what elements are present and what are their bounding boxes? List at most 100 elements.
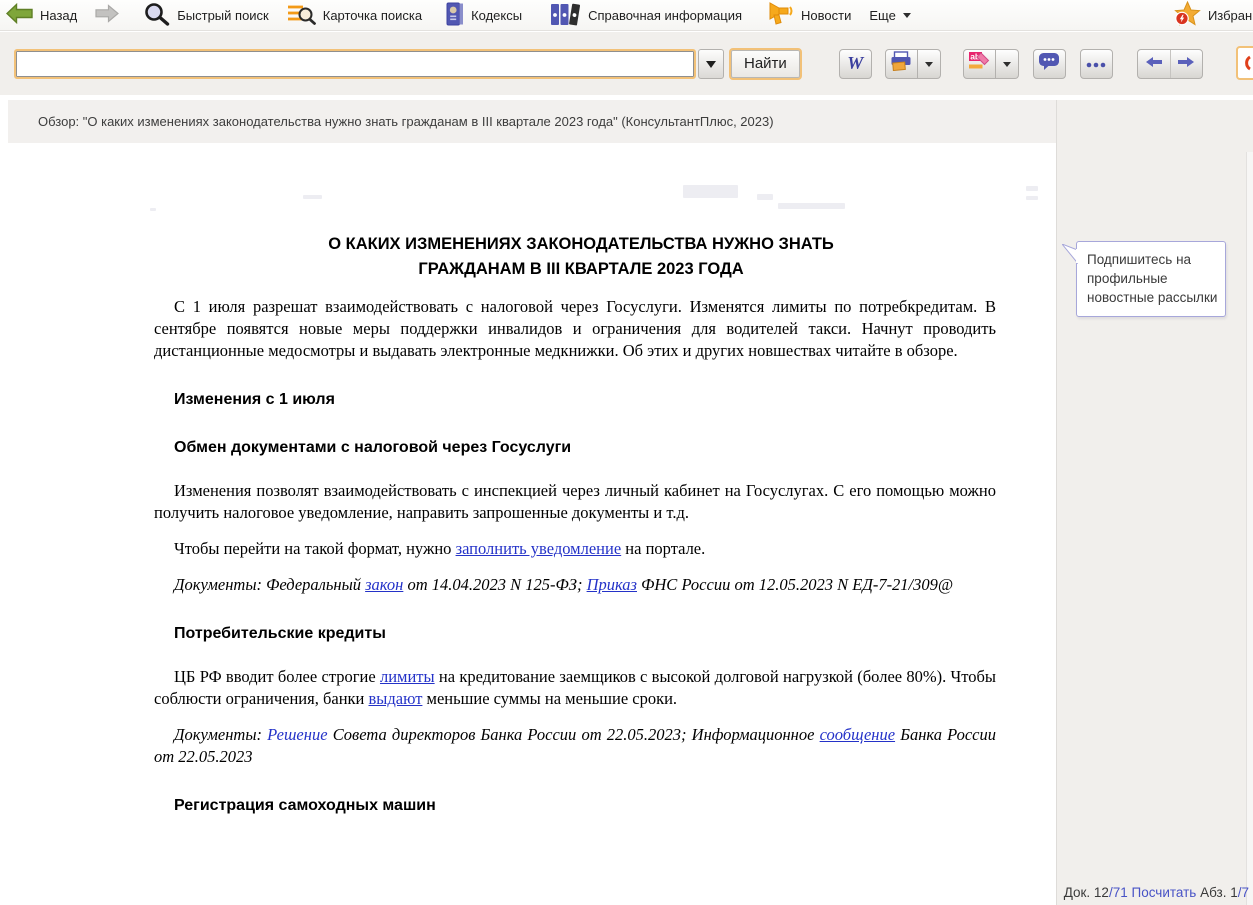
doc-text-segment: меньшие суммы на меньшие сроки.	[422, 689, 677, 708]
codes-button[interactable]: Кодексы	[446, 2, 522, 29]
nav-forward-button[interactable]	[1170, 50, 1202, 78]
word-w-icon: W	[847, 53, 863, 74]
more-actions-button[interactable]	[1080, 49, 1113, 79]
subscribe-tooltip[interactable]: Подпишитесь на профильные новостные расс…	[1076, 241, 1226, 317]
reference-info-button[interactable]: Справочная информация	[550, 2, 742, 29]
favorites-button[interactable]: Избранн\	[1174, 1, 1253, 29]
search-history-dropdown-button[interactable]	[698, 49, 724, 79]
doc-paragraph: Документы: Федеральный закон от 14.04.20…	[154, 574, 996, 596]
doc-text-segment: ЦБ РФ вводит более строгие	[174, 667, 380, 686]
doc-link[interactable]: Приказ	[587, 575, 637, 594]
back-label: Назад	[40, 8, 77, 23]
megaphone-icon	[768, 2, 794, 28]
document-title-text: Обзор: "О каких изменениях законодательс…	[38, 114, 774, 129]
document-heading: О КАКИХ ИЗМЕНЕНИЯХ ЗАКОНОДАТЕЛЬСТВА НУЖН…	[154, 232, 1008, 282]
doc-link[interactable]: заполнить уведомление	[456, 539, 622, 558]
document-heading-line1: О КАКИХ ИЗМЕНЕНИЯХ ЗАКОНОДАТЕЛЬСТВА НУЖН…	[328, 235, 834, 253]
vertical-scrollbar[interactable]	[1246, 152, 1253, 905]
quick-search-button[interactable]: Быстрый поиск	[143, 2, 269, 29]
doc-section-heading: Изменения с 1 июля	[154, 390, 996, 410]
doc-section-heading: Обмен документами с налоговой через Госу…	[154, 438, 996, 458]
news-button[interactable]: Новости	[768, 2, 851, 28]
blurred-artifact	[150, 208, 156, 211]
doc-text-segment: Обмен документами с налоговой через Госу…	[174, 439, 571, 456]
paragraph-counter-value: 1	[1230, 885, 1238, 900]
document-body: С 1 июля разрешат взаимодействовать с на…	[154, 296, 1008, 816]
blurred-artifact	[1026, 196, 1038, 200]
favorites-star-icon	[1174, 1, 1201, 29]
count-link[interactable]: Посчитать	[1131, 885, 1196, 900]
search-toolbar: Найти W ab	[0, 32, 1253, 95]
more-label: Еще	[869, 8, 895, 23]
clipped-icon	[1238, 48, 1253, 78]
forward-icon	[95, 4, 119, 26]
doc-paragraph: С 1 июля разрешат взаимодействовать с на…	[154, 296, 996, 362]
codes-label: Кодексы	[471, 8, 522, 23]
more-menu-button[interactable]: Еще	[869, 8, 910, 23]
status-bar: Док. 12/71 Посчитать Абз. 1/7	[1064, 885, 1249, 900]
doc-link[interactable]: лимиты	[380, 667, 435, 686]
doc-text-segment: от 14.04.2023 N 125-ФЗ;	[403, 575, 586, 594]
doc-link[interactable]: закон	[365, 575, 403, 594]
blurred-artifact	[757, 194, 773, 200]
nav-back-button[interactable]	[1138, 50, 1170, 78]
doc-link[interactable]: Решение	[267, 725, 327, 744]
doc-text-segment: Регистрация самоходных машин	[174, 797, 436, 814]
subscribe-tooltip-text: Подпишитесь на профильные новостные расс…	[1087, 252, 1217, 305]
search-card-label: Карточка поиска	[323, 8, 422, 23]
doc-section-heading: Регистрация самоходных машин	[154, 796, 996, 816]
document-page[interactable]: О КАКИХ ИЗМЕНЕНИЯХ ЗАКОНОДАТЕЛЬСТВА НУЖН…	[8, 143, 1056, 905]
document-title-bar: Обзор: "О каких изменениях законодательс…	[8, 100, 1056, 143]
search-card-button[interactable]: Карточка поиска	[287, 3, 422, 28]
doc-link[interactable]: сообщение	[820, 725, 895, 744]
doc-paragraph: ЦБ РФ вводит более строгие лимиты на кре…	[154, 666, 996, 710]
back-icon	[6, 3, 33, 27]
doc-text-segment: С 1 июля разрешат взаимодействовать с на…	[154, 297, 996, 360]
doc-text-segment: на портале.	[621, 539, 705, 558]
paragraph-counter-label: Абз.	[1196, 885, 1230, 900]
document-heading-line2: ГРАЖДАНАМ В III КВАРТАЛЕ 2023 ГОДА	[418, 260, 743, 278]
clipped-review-button[interactable]	[1236, 46, 1253, 80]
reference-info-label: Справочная информация	[588, 8, 742, 23]
export-word-button[interactable]: W	[839, 49, 872, 79]
search-input[interactable]	[16, 53, 694, 75]
doc-text-segment: Потребительские кредиты	[174, 625, 386, 642]
back-button[interactable]: Назад	[6, 3, 77, 27]
consultantplus-window: Назад Быстрый поиск Карточка поиска Коде…	[0, 0, 1253, 905]
find-button[interactable]: Найти	[729, 48, 802, 80]
favorites-label: Избранн\	[1208, 8, 1253, 23]
doc-section-heading: Потребительские кредиты	[154, 624, 996, 644]
caret-down-icon	[925, 62, 933, 71]
tooltip-tail	[1062, 244, 1078, 264]
doc-counter-total: /71	[1109, 885, 1132, 900]
print-button-group	[885, 49, 941, 79]
doc-text-segment: ФНС России от 12.05.2023 N ЕД-7-21/309@	[637, 575, 953, 594]
paragraph-counter-total: /7	[1238, 885, 1249, 900]
doc-link[interactable]: выдают	[369, 689, 423, 708]
news-label: Новости	[801, 8, 851, 23]
caret-down-icon	[706, 61, 716, 73]
highlight-options-button[interactable]	[996, 49, 1019, 79]
blurred-artifact	[683, 185, 738, 198]
highlight-button-group: ab	[963, 49, 1019, 79]
forward-button[interactable]	[95, 4, 119, 26]
print-options-button[interactable]	[918, 49, 941, 79]
magnifier-icon	[143, 2, 170, 29]
right-panel: Подпишитесь на профильные новостные расс…	[1056, 100, 1253, 905]
ellipsis-icon	[1086, 55, 1106, 73]
print-button[interactable]	[885, 49, 918, 79]
document-content: О КАКИХ ИЗМЕНЕНИЯХ ЗАКОНОДАТЕЛЬСТВА НУЖН…	[8, 143, 1056, 816]
doc-text-segment: Изменения позволят взаимодействовать с и…	[154, 481, 996, 522]
highlight-button[interactable]: ab	[963, 49, 996, 79]
law-book-icon	[446, 2, 464, 29]
search-field-frame	[14, 49, 696, 79]
blurred-artifact	[1026, 186, 1038, 191]
caret-down-icon	[903, 13, 911, 22]
doc-text-segment: Совета директоров Банка России от 22.05.…	[328, 725, 820, 744]
blurred-artifact	[303, 195, 322, 199]
comment-button[interactable]	[1033, 49, 1066, 79]
doc-text-segment: Документы: Федеральный	[174, 575, 365, 594]
doc-paragraph: Изменения позволят взаимодействовать с и…	[154, 480, 996, 524]
search-card-icon	[287, 3, 316, 28]
caret-down-icon	[1003, 62, 1011, 71]
